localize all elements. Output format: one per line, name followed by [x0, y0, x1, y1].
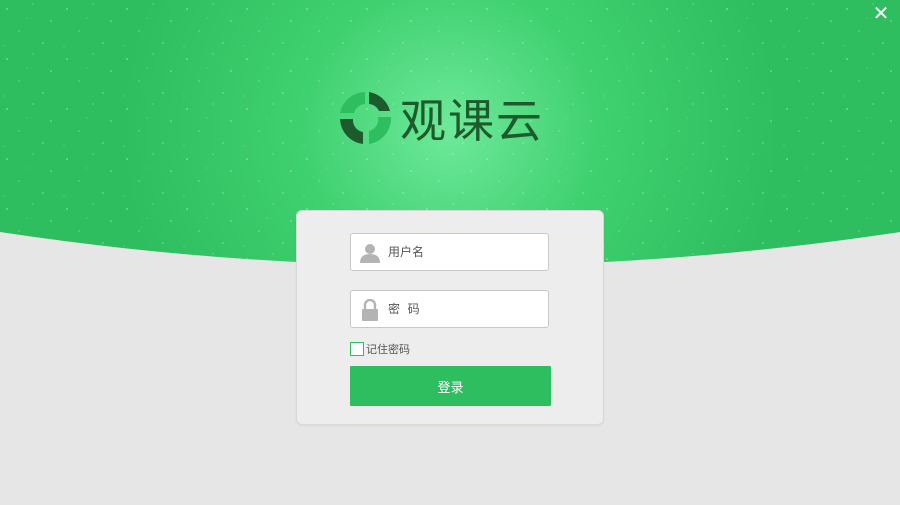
app-title: 观课云 — [400, 94, 544, 148]
login-button[interactable]: 登录 — [350, 366, 551, 406]
remember-label: 记住密码 — [366, 343, 410, 356]
password-field[interactable] — [350, 290, 549, 328]
password-input[interactable] — [388, 291, 543, 327]
username-field[interactable] — [350, 233, 549, 271]
lock-icon — [362, 299, 378, 321]
user-icon — [360, 244, 380, 263]
remember-password[interactable]: 记住密码 — [350, 341, 410, 357]
username-input[interactable] — [388, 234, 543, 270]
app-logo: 观课云 — [336, 88, 544, 148]
remember-checkbox[interactable] — [350, 342, 364, 356]
login-panel: 记住密码 登录 — [296, 210, 604, 425]
close-icon[interactable]: ✕ — [872, 3, 890, 23]
guanke-logo-icon — [340, 92, 392, 144]
